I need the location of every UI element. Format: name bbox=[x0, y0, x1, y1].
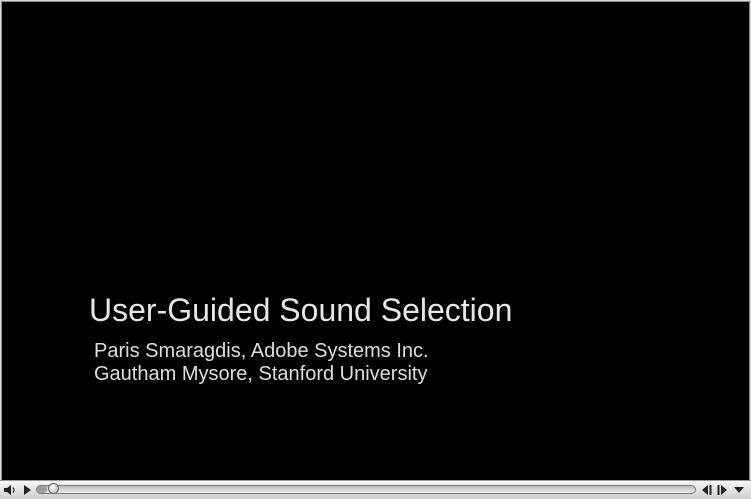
step-back-icon bbox=[701, 484, 713, 496]
video-player: User-Guided Sound Selection Paris Smarag… bbox=[0, 0, 751, 499]
author-line-1: Paris Smaragdis, Adobe Systems Inc. bbox=[94, 340, 429, 362]
play-icon bbox=[22, 484, 32, 496]
play-button[interactable] bbox=[20, 483, 34, 497]
menu-arrow-icon bbox=[733, 485, 745, 495]
menu-button[interactable] bbox=[732, 483, 746, 497]
controller-bar bbox=[0, 480, 751, 499]
scrubber-fill bbox=[37, 486, 47, 493]
step-forward-icon bbox=[716, 484, 728, 496]
author-line-2: Gautham Mysore, Stanford University bbox=[94, 363, 428, 385]
step-back-button[interactable] bbox=[701, 483, 713, 497]
step-forward-button[interactable] bbox=[716, 483, 728, 497]
speaker-icon bbox=[3, 484, 17, 496]
volume-button[interactable] bbox=[2, 483, 18, 497]
scrubber-track[interactable] bbox=[36, 483, 696, 494]
video-area[interactable]: User-Guided Sound Selection Paris Smarag… bbox=[1, 1, 750, 481]
scrubber-thumb[interactable] bbox=[47, 483, 59, 494]
slide-title: User-Guided Sound Selection bbox=[89, 292, 513, 328]
